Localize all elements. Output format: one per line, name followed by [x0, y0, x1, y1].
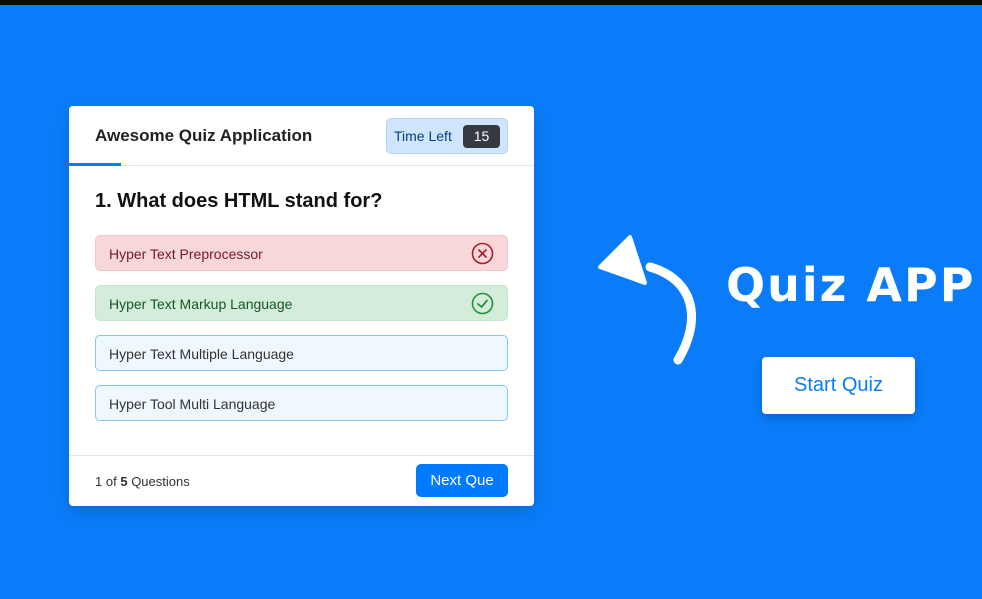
quiz-footer: 1 of 5 Questions Next Que: [69, 455, 534, 507]
time-progress-line: [69, 163, 121, 166]
hero-title: Quiz APP: [726, 258, 976, 312]
quiz-title: Awesome Quiz Application: [95, 126, 313, 145]
option-1[interactable]: Hyper Text Preprocessor: [95, 235, 508, 271]
question-text: 1. What does HTML stand for?: [95, 190, 383, 212]
counter-total: 5: [120, 474, 128, 489]
question-counter: 1 of 5 Questions: [95, 474, 190, 489]
option-label: Hyper Text Markup Language: [109, 296, 293, 312]
option-4[interactable]: Hyper Tool Multi Language: [95, 385, 508, 421]
top-black-bar: [0, 0, 982, 5]
option-label: Hyper Text Multiple Language: [109, 346, 294, 362]
timer-count: 15: [463, 125, 500, 148]
option-3[interactable]: Hyper Text Multiple Language: [95, 335, 508, 371]
quiz-header: Awesome Quiz Application Time Left 15: [69, 106, 534, 166]
quiz-card: Awesome Quiz Application Time Left 15 1.…: [69, 106, 534, 506]
counter-current: 1: [95, 474, 103, 489]
counter-suffix: Questions: [131, 474, 190, 489]
timer-label: Time Left: [394, 128, 452, 144]
counter-of: of: [105, 474, 117, 489]
timer: Time Left 15: [386, 118, 508, 154]
check-circle-icon: [471, 292, 494, 315]
curved-arrow-icon: [598, 235, 696, 365]
option-label: Hyper Tool Multi Language: [109, 396, 276, 412]
cross-circle-icon: [471, 242, 494, 265]
option-2[interactable]: Hyper Text Markup Language: [95, 285, 508, 321]
start-quiz-button[interactable]: Start Quiz: [762, 357, 915, 414]
next-question-button[interactable]: Next Que: [416, 464, 508, 497]
option-label: Hyper Text Preprocessor: [109, 246, 263, 262]
